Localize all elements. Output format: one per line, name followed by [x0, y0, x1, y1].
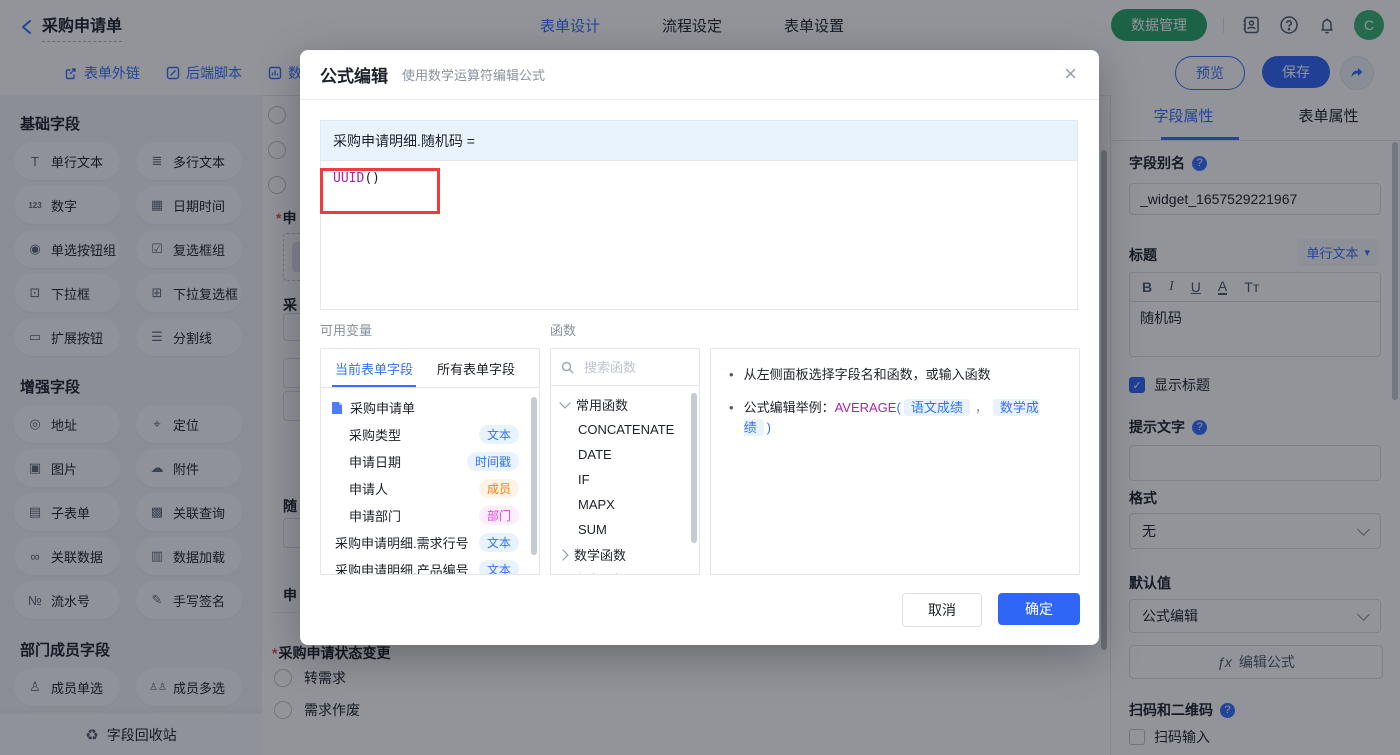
- function-group-label: 文本函数: [574, 570, 626, 574]
- formula-editor: 采购申请明细.随机码 = UUID(): [320, 120, 1078, 310]
- type-badge: 部门: [478, 506, 519, 525]
- tip-line: • 从左侧面板选择字段名和函数，或输入函数: [729, 365, 1061, 385]
- function-group-common[interactable]: 常用函数: [551, 392, 699, 417]
- variables-tabs: 当前表单字段 所有表单字段: [321, 349, 539, 388]
- paren: ): [766, 420, 771, 435]
- function-group-label: 数学函数: [574, 548, 627, 563]
- function-item[interactable]: CONCATENATE: [551, 417, 699, 442]
- variable-row[interactable]: 采购申请明细.产品编号 文本: [321, 556, 539, 575]
- variable-name: 申请部门: [349, 509, 402, 524]
- tab-all-form-fields[interactable]: 所有表单字段: [437, 359, 515, 378]
- app-window: 采购申请单 表单设计 流程设定 表单设置 数据管理 C 表单外链 后端脚本 预览…: [0, 0, 1400, 755]
- function-group-math[interactable]: 数学函数: [551, 542, 699, 567]
- function-name: IF: [578, 472, 590, 487]
- function-group-label: 常用函数: [576, 398, 629, 413]
- function-item[interactable]: SUM: [551, 517, 699, 542]
- type-badge: 时间戳: [466, 452, 519, 471]
- function-name: MAPX: [578, 497, 615, 512]
- variable-row[interactable]: 采购申请明细.需求行号 文本: [321, 529, 539, 556]
- variable-row[interactable]: 申请人 成员: [321, 475, 539, 502]
- variable-name: 采购类型: [349, 428, 402, 443]
- modal-header: 公式编辑 使用数学运算符编辑公式: [300, 50, 1099, 100]
- function-name: DATE: [578, 447, 612, 462]
- formula-args: (): [364, 171, 380, 186]
- formula-tips-box: • 从左侧面板选择字段名和函数，或输入函数 • 公式编辑举例：AVERAGE(语…: [710, 348, 1080, 575]
- tip-example-prefix: 公式编辑举例：: [743, 400, 835, 415]
- variable-row[interactable]: 申请日期 时间戳: [321, 448, 539, 475]
- comma: ，: [974, 400, 988, 415]
- variables-box: 当前表单字段 所有表单字段 采购申请单 采购类型 文本 申请日期 时间戳 申请人 成员…: [320, 348, 540, 575]
- variables-scrollbar[interactable]: [531, 397, 537, 555]
- function-item[interactable]: IF: [551, 467, 699, 492]
- variable-name: 申请日期: [349, 455, 402, 470]
- bullet-icon: •: [729, 367, 734, 382]
- search-icon: [561, 361, 574, 374]
- variable-row[interactable]: 申请部门 部门: [321, 502, 539, 529]
- modal-subtitle: 使用数学运算符编辑公式: [402, 68, 546, 83]
- function-item[interactable]: MAPX: [551, 492, 699, 517]
- type-badge: 成员: [478, 479, 519, 498]
- variable-name: 采购申请明细.需求行号: [335, 536, 469, 551]
- document-icon: [331, 401, 343, 415]
- chevron-right-icon: [557, 548, 569, 561]
- formula-input-area[interactable]: UUID(): [320, 160, 1078, 310]
- tip-line: • 公式编辑举例：AVERAGE(语文成绩，数学成绩): [729, 398, 1061, 438]
- cancel-button[interactable]: 取消: [902, 593, 982, 627]
- modal-title: 公式编辑: [320, 67, 388, 86]
- variable-name: 采购申请明细.产品编号: [335, 563, 469, 575]
- tip-example: 公式编辑举例：AVERAGE(语文成绩，数学成绩): [743, 398, 1061, 438]
- variable-row[interactable]: 采购类型 文本: [321, 421, 539, 448]
- paren: (: [896, 400, 901, 415]
- variables-section-label: 可用变量: [320, 323, 373, 338]
- formula-edit-modal: 公式编辑 使用数学运算符编辑公式 × 采购申请明细.随机码 = UUID() 可…: [300, 50, 1099, 645]
- variable-name: 申请人: [349, 482, 389, 497]
- active-tab-underline: [332, 385, 416, 387]
- functions-section-label: 函数: [550, 323, 577, 338]
- functions-scrollbar[interactable]: [691, 393, 697, 543]
- confirm-button[interactable]: 确定: [998, 593, 1080, 625]
- function-group-text[interactable]: 文本函数: [551, 567, 699, 574]
- function-name: SUM: [578, 522, 607, 537]
- functions-box: 常用函数 CONCATENATE DATE IF MAPX SUM 数学函数 文…: [550, 348, 700, 575]
- tip-text: 从左侧面板选择字段名和函数，或输入函数: [743, 367, 991, 382]
- function-search: [551, 349, 699, 386]
- chevron-down-icon: [559, 396, 571, 409]
- example-field-chip: 语文成绩: [903, 399, 970, 416]
- function-search-input[interactable]: [582, 358, 686, 376]
- variable-root-label: 采购申请单: [350, 401, 416, 416]
- tab-current-form-fields[interactable]: 当前表单字段: [335, 359, 413, 378]
- example-function-name: AVERAGE: [834, 400, 897, 415]
- formula-target: 采购申请明细.随机码 =: [320, 120, 1078, 160]
- type-badge: 文本: [478, 425, 519, 444]
- formula-function-name: UUID: [333, 171, 365, 186]
- close-icon[interactable]: ×: [1064, 61, 1077, 87]
- chevron-right-icon: [557, 573, 569, 574]
- functions-list: 常用函数 CONCATENATE DATE IF MAPX SUM 数学函数 文…: [551, 386, 699, 574]
- type-badge: 文本: [478, 560, 519, 574]
- function-name: CONCATENATE: [578, 422, 675, 437]
- variable-root-row[interactable]: 采购申请单: [321, 394, 539, 421]
- type-badge: 文本: [478, 533, 519, 552]
- bullet-icon: •: [729, 400, 734, 415]
- function-item[interactable]: DATE: [551, 442, 699, 467]
- variables-list: 采购申请单 采购类型 文本 申请日期 时间戳 申请人 成员 申请部门 部门 采购申请明细…: [321, 388, 539, 575]
